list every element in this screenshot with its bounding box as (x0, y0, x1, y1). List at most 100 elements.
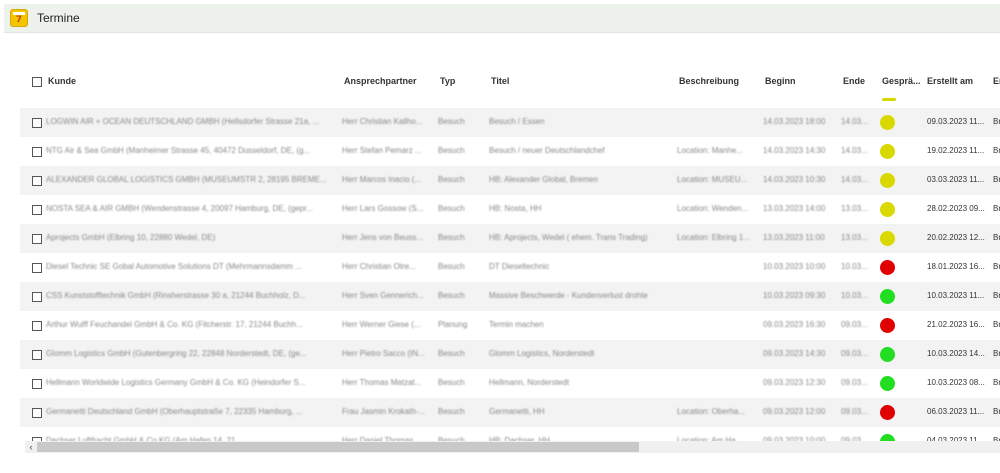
cell-beginn: 13.03.2023 11:00 (763, 233, 825, 242)
cell-er: Br (993, 349, 1000, 358)
table-row[interactable]: Arthur Wulff Feuchandel GmbH & Co. KG (F… (20, 311, 1000, 340)
select-all-checkbox[interactable] (32, 77, 42, 87)
cell-er: Br (993, 117, 1000, 126)
cell-ende: 09.03... (841, 349, 868, 358)
cell-kunde: NOSTA SEA & AIR GMBH (Wendenstrasse 4, 2… (46, 204, 313, 213)
table-row[interactable]: Diesel Technic SE Gobal Automotive Solut… (20, 253, 1000, 282)
table-row[interactable]: NTG Air & Sea GmbH (Manheimer Strasse 45… (20, 137, 1000, 166)
table-row[interactable]: Glomm Logistics GmbH (Gutenbergring 22, … (20, 340, 1000, 369)
column-header-erstellt-am[interactable]: Erstellt am (927, 76, 987, 86)
table-row[interactable]: Aprojects GmbH (Elbring 10, 22880 Wedel,… (20, 224, 1000, 253)
cell-typ: Besuch (438, 117, 465, 126)
cell-beschreibung: Location: Manhe... (677, 146, 743, 155)
status-dot-green (880, 376, 895, 391)
cell-beginn: 09.03.2023 16:30 (763, 320, 826, 329)
cell-ansprechpartner: Herr Stefan Pemarz ... (342, 146, 422, 155)
appointments-table: Kunde Ansprechpartner Typ Titel Beschrei… (20, 42, 1000, 462)
row-checkbox[interactable] (32, 292, 42, 302)
cell-beschreibung: Location: MUSEU... (677, 175, 748, 184)
cell-titel: Glomm Logistics, Norderstedt (489, 349, 595, 358)
window-title: Termine (37, 11, 80, 25)
cell-typ: Besuch (438, 146, 465, 155)
cell-er: Br (993, 262, 1000, 271)
row-checkbox[interactable] (32, 408, 42, 418)
row-checkbox[interactable] (32, 379, 42, 389)
table-row[interactable]: NOSTA SEA & AIR GMBH (Wendenstrasse 4, 2… (20, 195, 1000, 224)
row-checkbox[interactable] (32, 205, 42, 215)
cell-ende: 13.03... (841, 204, 868, 213)
scroll-left-arrow-icon[interactable]: ‹ (26, 441, 36, 453)
row-checkbox[interactable] (32, 263, 42, 273)
table-header: Kunde Ansprechpartner Typ Titel Beschrei… (20, 70, 1000, 96)
horizontal-scrollbar[interactable]: ‹ (25, 441, 1000, 453)
cell-beginn: 14.03.2023 18:00 (763, 117, 826, 126)
cell-typ: Besuch (438, 378, 465, 387)
cell-typ: Besuch (438, 407, 465, 416)
column-header-titel[interactable]: Titel (491, 76, 671, 86)
cell-beschreibung: Location: Wenden... (677, 204, 749, 213)
row-checkbox[interactable] (32, 321, 42, 331)
cell-erstellt-am: 21.02.2023 16... (927, 320, 985, 329)
column-header-er[interactable]: Er (993, 76, 1000, 86)
cell-erstellt-am: 06.03.2023 11... (927, 407, 985, 416)
cell-kunde: LOGWIN AIR + OCEAN DEUTSCHLAND GMBH (Hel… (46, 117, 320, 126)
cell-titel: Hellmann, Norderstedt (489, 378, 570, 387)
table-row[interactable]: CSS Kunststofftechnik GmbH (Rinsherstras… (20, 282, 1000, 311)
table-row[interactable]: Germanetti Deutschland GmbH (Oberhauptst… (20, 398, 1000, 427)
cell-erstellt-am: 10.03.2023 11... (927, 291, 985, 300)
cell-ansprechpartner: Herr Christian Kallho... (342, 117, 423, 126)
column-header-gespraech[interactable]: Gesprä... (882, 76, 922, 86)
cell-erstellt-am: 18.01.2023 16... (927, 262, 985, 271)
table-row[interactable]: LOGWIN AIR + OCEAN DEUTSCHLAND GMBH (Hel… (20, 108, 1000, 137)
cell-kunde: Arthur Wulff Feuchandel GmbH & Co. KG (F… (46, 320, 303, 329)
table-row[interactable]: ALEXANDER GLOBAL LOGISTICS GMBH (MUSEUMS… (20, 166, 1000, 195)
cell-ansprechpartner: Herr Marcos Inacio (... (342, 175, 422, 184)
cell-beginn: 14.03.2023 10:30 (763, 175, 826, 184)
cell-titel: HB: Aprojects, Wedel ( ehem. Trans Tradi… (489, 233, 648, 242)
cell-typ: Planung (438, 320, 468, 329)
cell-ansprechpartner: Herr Werner Giese (... (342, 320, 421, 329)
cell-beschreibung: Location: Oberha... (677, 407, 746, 416)
cell-ende: 09.03... (841, 320, 868, 329)
row-checkbox[interactable] (32, 118, 42, 128)
cell-typ: Besuch (438, 175, 465, 184)
cell-er: Br (993, 378, 1000, 387)
cell-ende: 10.03... (841, 262, 868, 271)
scrollbar-thumb[interactable] (37, 442, 639, 452)
cell-beginn: 10.03.2023 10:00 (763, 262, 826, 271)
cell-kunde: Glomm Logistics GmbH (Gutenbergring 22, … (46, 349, 307, 358)
status-dot-red (880, 405, 895, 420)
cell-er: Br (993, 407, 1000, 416)
cell-er: Br (993, 146, 1000, 155)
column-header-kunde[interactable]: Kunde (48, 76, 308, 86)
cell-beginn: 10.03.2023 09:30 (763, 291, 826, 300)
row-checkbox[interactable] (32, 176, 42, 186)
cell-beschreibung: Location: Elbring 1... (677, 233, 750, 242)
row-checkbox[interactable] (32, 234, 42, 244)
column-header-beginn[interactable]: Beginn (765, 76, 835, 86)
row-checkbox[interactable] (32, 147, 42, 157)
cell-erstellt-am: 09.03.2023 11... (927, 117, 985, 126)
cell-beginn: 09.03.2023 14:30 (763, 349, 826, 358)
cell-ansprechpartner: Herr Lars Gossow (S... (342, 204, 424, 213)
cell-erstellt-am: 28.02.2023 09... (927, 204, 985, 213)
cell-titel: HB: Nosta, HH (489, 204, 542, 213)
cell-kunde: Aprojects GmbH (Elbring 10, 22880 Wedel,… (46, 233, 216, 242)
table-row[interactable]: Hellmann Worldwide Logistics Germany Gmb… (20, 369, 1000, 398)
cell-ende: 14.03... (841, 175, 868, 184)
column-header-beschreibung[interactable]: Beschreibung (679, 76, 759, 86)
column-header-typ[interactable]: Typ (440, 76, 480, 86)
cell-ende: 14.03... (841, 146, 868, 155)
cell-ansprechpartner: Herr Sven Gennerich... (342, 291, 424, 300)
cell-titel: Termin machen (489, 320, 544, 329)
cell-beginn: 09.03.2023 12:30 (763, 378, 826, 387)
status-dot-red (880, 318, 895, 333)
column-header-ansprechpartner[interactable]: Ansprechpartner (344, 76, 434, 86)
row-checkbox[interactable] (32, 350, 42, 360)
cell-erstellt-am: 10.03.2023 14... (927, 349, 985, 358)
status-dot-yellow (880, 144, 895, 159)
column-header-ende[interactable]: Ende (843, 76, 873, 86)
cell-typ: Besuch (438, 233, 465, 242)
status-dot-yellow (880, 173, 895, 188)
status-dot-red (880, 260, 895, 275)
